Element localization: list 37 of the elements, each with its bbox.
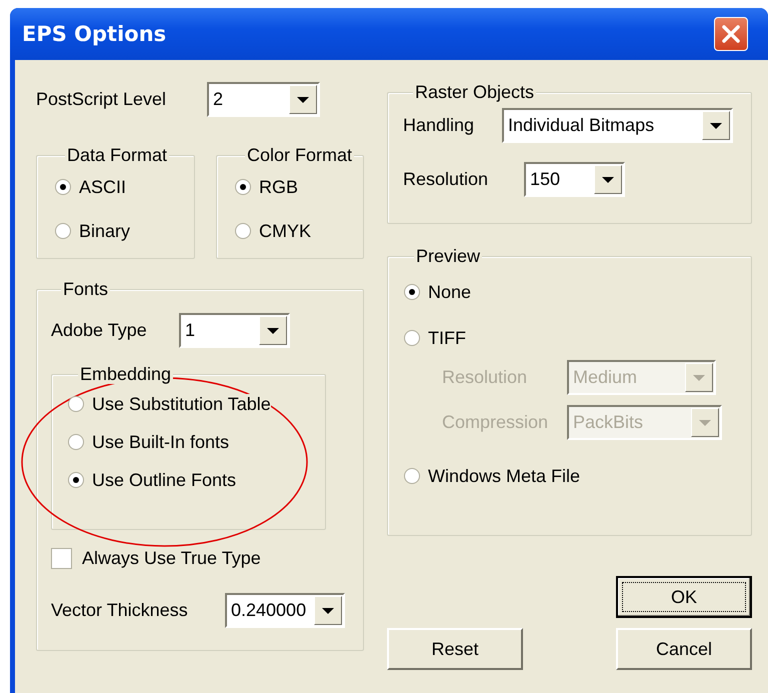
- radio-button[interactable]: [68, 434, 84, 450]
- radio-button[interactable]: [404, 284, 420, 300]
- dropdown-button[interactable]: [259, 316, 287, 345]
- checkbox[interactable]: [51, 548, 72, 569]
- caret-icon: [322, 608, 334, 614]
- dropdown-button[interactable]: [594, 165, 622, 194]
- radio-button[interactable]: [404, 468, 420, 484]
- checkbox-label[interactable]: Always Use True Type: [82, 548, 261, 569]
- close-icon: [721, 24, 741, 44]
- radio-button[interactable]: [55, 223, 71, 239]
- dropdown[interactable]: 1: [179, 313, 290, 348]
- caret-icon: [693, 374, 705, 380]
- radio-button[interactable]: [404, 330, 420, 346]
- caret-icon: [602, 176, 614, 182]
- dialog-button[interactable]: Reset: [387, 628, 523, 670]
- radio-button[interactable]: [55, 179, 71, 195]
- caret-icon: [267, 328, 279, 334]
- radio-button[interactable]: [235, 223, 251, 239]
- group-title: Raster Objects: [413, 82, 536, 102]
- group-title: Embedding: [78, 364, 174, 384]
- radio-button[interactable]: [235, 179, 251, 195]
- caret-icon: [710, 122, 722, 128]
- dialog-button[interactable]: Cancel: [616, 628, 752, 670]
- window-title: EPS Options: [22, 22, 166, 46]
- caret-icon: [297, 96, 309, 102]
- dropdown[interactable]: 150: [524, 162, 625, 197]
- dropdown-button[interactable]: [289, 85, 317, 114]
- dropdown[interactable]: Individual Bitmaps: [502, 108, 733, 143]
- dropdown[interactable]: 0.240000: [225, 593, 345, 628]
- caret-icon: [699, 420, 711, 426]
- dropdown[interactable]: 2: [207, 82, 320, 117]
- dropdown-button[interactable]: [702, 111, 730, 140]
- dialog-button[interactable]: OK: [616, 576, 752, 618]
- radio-button[interactable]: [68, 396, 84, 412]
- close-button[interactable]: [714, 17, 748, 51]
- dropdown-button[interactable]: [314, 596, 342, 625]
- radio-button[interactable]: [68, 472, 84, 488]
